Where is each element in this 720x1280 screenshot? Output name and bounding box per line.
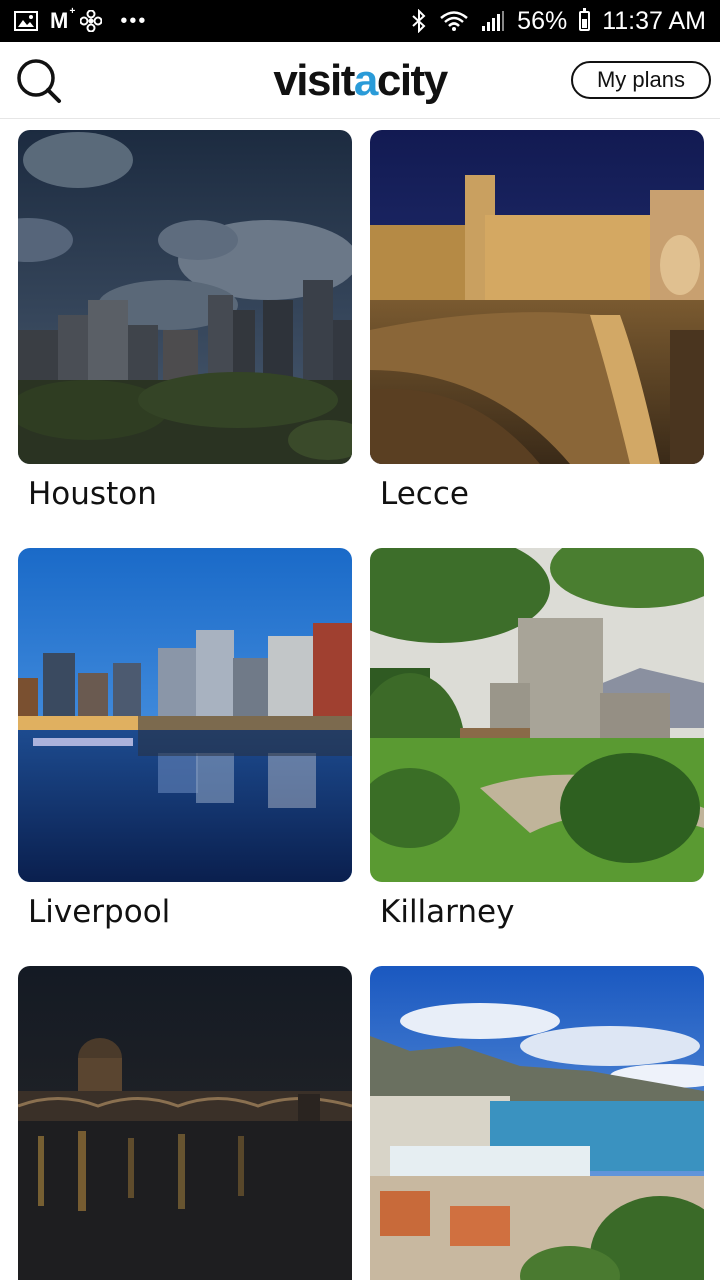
wifi-icon xyxy=(440,11,468,31)
more-dots-icon: ••• xyxy=(120,9,148,32)
battery-percent: 56% xyxy=(517,6,568,35)
city-name: Houston xyxy=(28,476,157,512)
city-photo-lecce[interactable] xyxy=(370,130,704,464)
gallery-icon xyxy=(14,11,38,31)
city-grid: Houston Lecce Liverpool Killarney xyxy=(0,118,720,1280)
gmail-icon: M + xyxy=(50,6,76,33)
bluetooth-icon xyxy=(412,9,426,33)
status-right-icons: 56% 11:37 AM xyxy=(411,7,706,36)
signal-icon xyxy=(482,11,505,31)
city-photo-liverpool[interactable] xyxy=(18,548,352,882)
logo-prefix: visit xyxy=(273,56,355,105)
status-left-icons: M + ••• xyxy=(14,6,148,34)
city-name: Liverpool xyxy=(28,894,171,930)
app-header: visitacity My plans xyxy=(0,42,720,119)
city-name: Killarney xyxy=(380,894,515,930)
city-photo-6[interactable] xyxy=(370,966,704,1280)
status-bar: M + ••• 56% 11:37 AM xyxy=(0,0,720,42)
battery-icon xyxy=(579,8,591,31)
my-plans-button[interactable]: My plans xyxy=(571,61,711,99)
city-photo-killarney[interactable] xyxy=(370,548,704,882)
status-time: 11:37 AM xyxy=(602,6,706,35)
logo-accent: a xyxy=(353,56,378,105)
city-photo-5[interactable] xyxy=(18,966,352,1280)
city-photo-houston[interactable] xyxy=(18,130,352,464)
fan-icon xyxy=(80,10,103,32)
logo-suffix: city xyxy=(376,56,448,105)
city-name: Lecce xyxy=(380,476,469,512)
